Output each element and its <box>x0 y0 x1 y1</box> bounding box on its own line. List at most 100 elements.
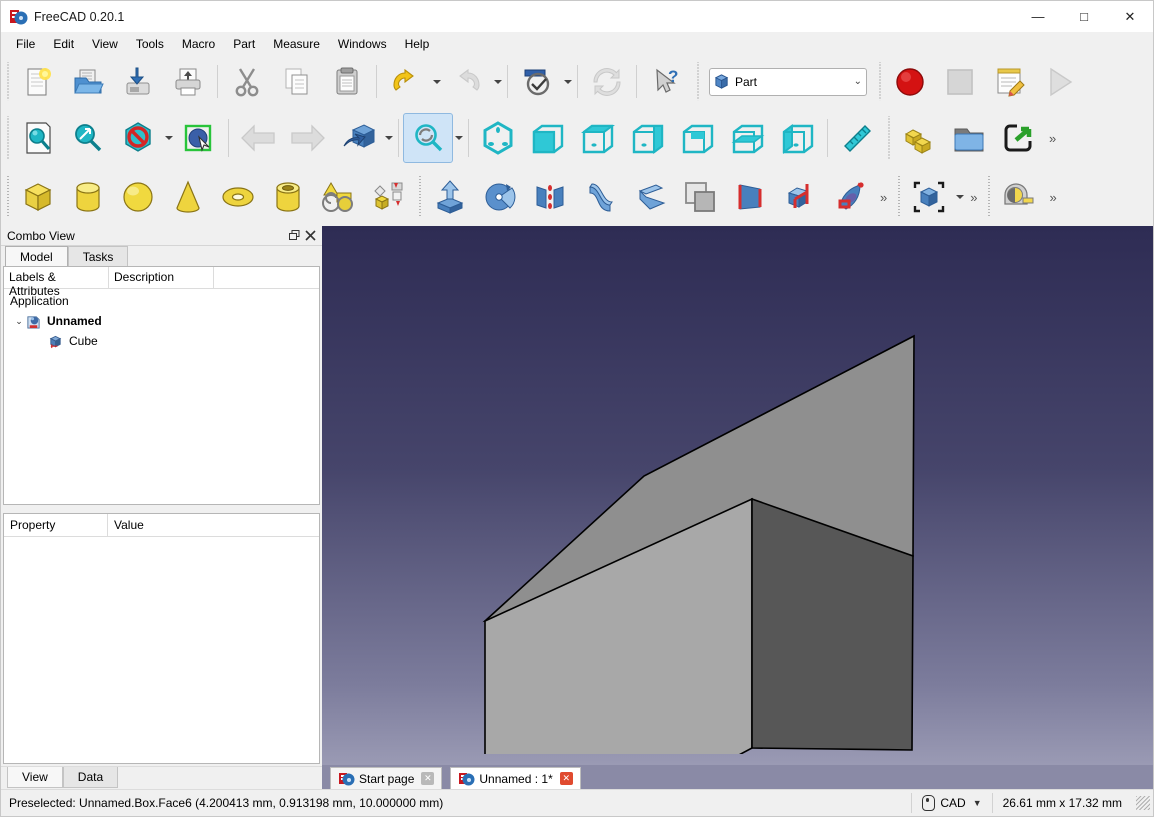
make-link-icon[interactable] <box>994 113 1044 163</box>
tab-view[interactable]: View <box>7 767 63 788</box>
redo-icon[interactable] <box>442 57 492 107</box>
cone-primitive-icon[interactable] <box>163 172 213 222</box>
toolbar-grip[interactable] <box>876 62 883 101</box>
bounding-overflow-icon[interactable]: » <box>965 190 982 205</box>
top-view-icon[interactable] <box>573 113 623 163</box>
close-icon[interactable]: ✕ <box>421 772 435 785</box>
axonometric-caret[interactable] <box>383 116 394 160</box>
undo-icon[interactable] <box>381 57 431 107</box>
close-icon[interactable]: ✕ <box>559 772 573 785</box>
refresh-icon[interactable] <box>582 57 632 107</box>
navigation-style-selector[interactable]: CAD ▼ <box>911 793 991 813</box>
chamfer-icon[interactable] <box>625 172 675 222</box>
mirror-icon[interactable] <box>525 172 575 222</box>
document-tab-unnamed[interactable]: Unnamed : 1* ✕ <box>450 767 581 789</box>
toolbar-grip[interactable] <box>4 62 11 101</box>
cylinder-primitive-icon[interactable] <box>63 172 113 222</box>
structure-overflow-icon[interactable]: » <box>1044 131 1061 146</box>
draw-style-icon[interactable] <box>113 113 163 163</box>
toolbar-grip[interactable] <box>985 176 993 218</box>
measure-tape-icon[interactable] <box>994 172 1044 222</box>
create-part-icon[interactable] <box>894 113 944 163</box>
part-tools-overflow-icon[interactable]: » <box>875 190 892 205</box>
menu-windows[interactable]: Windows <box>329 34 396 54</box>
loft-icon[interactable] <box>775 172 825 222</box>
maximize-button[interactable]: □ <box>1061 1 1107 32</box>
restore-icon[interactable] <box>286 228 302 244</box>
macro-record-icon[interactable] <box>885 57 935 107</box>
minimize-button[interactable]: — <box>1015 1 1061 32</box>
extrude-icon[interactable] <box>425 172 475 222</box>
resize-grip[interactable] <box>1136 796 1150 810</box>
bounding-box-icon[interactable] <box>904 172 954 222</box>
fit-all-icon[interactable] <box>13 113 63 163</box>
menu-macro[interactable]: Macro <box>173 34 224 54</box>
nav-forward-icon[interactable] <box>283 113 333 163</box>
fit-selection-icon[interactable] <box>63 113 113 163</box>
document-tab-start-page[interactable]: Start page ✕ <box>330 767 443 789</box>
left-view-icon[interactable] <box>773 113 823 163</box>
tab-data[interactable]: Data <box>62 767 119 788</box>
model-tree[interactable]: Labels & Attributes Description Applicat… <box>3 266 320 505</box>
toolbar-grip[interactable] <box>885 116 892 160</box>
tree-item-cube[interactable]: Cube <box>4 331 319 351</box>
bounding-box-caret[interactable] <box>954 175 965 219</box>
undo-dropdown-caret[interactable] <box>431 60 442 104</box>
nav-back-icon[interactable] <box>233 113 283 163</box>
revolve-icon[interactable] <box>475 172 525 222</box>
toolbar-grip[interactable] <box>4 116 11 160</box>
shape-builder-icon[interactable] <box>313 172 363 222</box>
new-document-icon[interactable] <box>13 57 63 107</box>
sphere-primitive-icon[interactable] <box>113 172 163 222</box>
macro-edit-icon[interactable] <box>985 57 1035 107</box>
whats-this-icon[interactable]: ? <box>641 57 691 107</box>
property-editor[interactable]: Property Value <box>3 513 320 764</box>
torus-primitive-icon[interactable] <box>213 172 263 222</box>
zoom-refresh-caret[interactable] <box>453 116 464 160</box>
tab-model[interactable]: Model <box>5 246 68 266</box>
measure-overflow-icon[interactable]: » <box>1044 190 1061 205</box>
paste-icon[interactable] <box>322 57 372 107</box>
tree-item-application[interactable]: Application <box>4 291 319 311</box>
workbench-selector[interactable]: Part ⌄ <box>709 67 867 96</box>
create-group-icon[interactable] <box>944 113 994 163</box>
measure-ruler-icon[interactable] <box>832 113 882 163</box>
close-icon[interactable] <box>302 228 318 244</box>
menu-part[interactable]: Part <box>224 34 264 54</box>
ruled-surface-icon[interactable] <box>725 172 775 222</box>
zoom-refresh-icon[interactable] <box>403 113 453 163</box>
menu-view[interactable]: View <box>83 34 127 54</box>
box-primitive-icon[interactable] <box>13 172 63 222</box>
sweep-icon[interactable] <box>825 172 875 222</box>
menu-help[interactable]: Help <box>396 34 439 54</box>
toolbar-grip[interactable] <box>4 176 11 218</box>
redo-dropdown-caret[interactable] <box>492 60 503 104</box>
toolbar-grip[interactable] <box>694 62 701 101</box>
fillet-icon[interactable] <box>575 172 625 222</box>
menu-edit[interactable]: Edit <box>44 34 83 54</box>
draw-style-caret[interactable] <box>163 116 174 160</box>
tab-tasks[interactable]: Tasks <box>67 246 129 266</box>
isometric-view-icon[interactable] <box>473 113 523 163</box>
menu-measure[interactable]: Measure <box>264 34 329 54</box>
boolean-icon[interactable] <box>363 172 413 222</box>
toolbar-grip[interactable] <box>895 176 903 218</box>
macro-execute-icon[interactable] <box>1035 57 1085 107</box>
copy-icon[interactable] <box>272 57 322 107</box>
macro-stop-icon[interactable] <box>935 57 985 107</box>
tree-item-unnamed[interactable]: ⌄ Unnamed <box>4 311 319 331</box>
save-document-icon[interactable] <box>113 57 163 107</box>
open-document-icon[interactable] <box>63 57 113 107</box>
print-document-icon[interactable] <box>163 57 213 107</box>
offset-2d-icon[interactable] <box>675 172 725 222</box>
bottom-view-icon[interactable] <box>723 113 773 163</box>
menu-file[interactable]: File <box>7 34 44 54</box>
refinement-dropdown-caret[interactable] <box>562 60 573 104</box>
axonometric-icon[interactable] <box>333 113 383 163</box>
refinement-icon[interactable] <box>512 57 562 107</box>
tube-primitive-icon[interactable] <box>263 172 313 222</box>
rear-view-icon[interactable] <box>673 113 723 163</box>
close-button[interactable]: ✕ <box>1107 1 1153 32</box>
right-view-icon[interactable] <box>623 113 673 163</box>
chevron-down-icon[interactable]: ⌄ <box>12 316 26 327</box>
